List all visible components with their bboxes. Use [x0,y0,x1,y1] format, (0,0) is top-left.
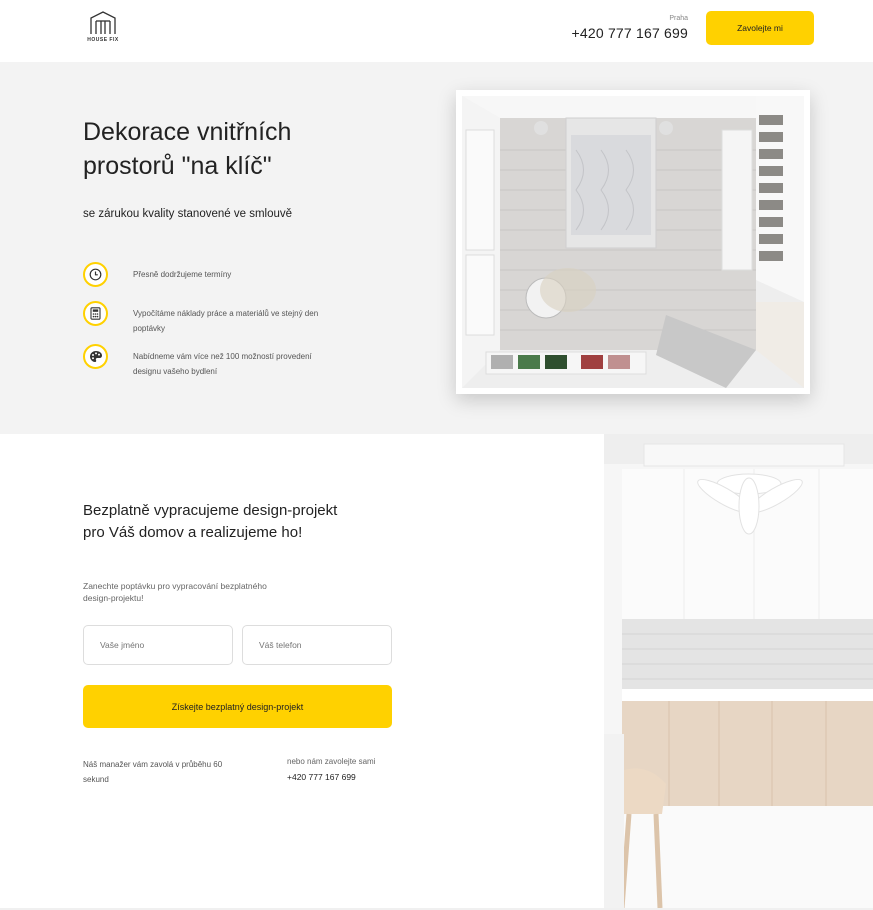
form-phone[interactable]: +420 777 167 699 [287,772,356,782]
call-us-label: nebo nám zavolejte sami [287,757,376,766]
calculator-icon [83,301,108,326]
clock-icon [83,262,108,287]
kitchen-image [604,434,873,908]
phone-input[interactable] [242,625,392,665]
site-header: HOUSE FIX Praha +420 777 167 699 Zavolej… [0,0,873,62]
feature-text: Přesně dodržujeme termíny [133,270,232,279]
palette-icon [83,344,108,369]
house-logo-icon [90,11,116,34]
feature-text: Vypočítáme náklady práce a materiálů ve … [133,309,319,333]
call-me-button[interactable]: Zavolejte mi [706,11,814,45]
logo[interactable]: HOUSE FIX [83,10,123,46]
form-title: Bezplatně vypracujeme design-projekt pro… [83,502,338,541]
name-input[interactable] [83,625,233,665]
form-description: Zanechte poptávku pro vypracování bezpla… [83,581,267,603]
hero-subtitle: se zárukou kvality stanovené ve smlouvě [83,208,293,220]
submit-button[interactable]: Získejte bezplatný design-projekt [83,685,392,728]
hero-title: Dekorace vnitřních prostorů "na klíč" [83,118,292,180]
feature-text: Nabídneme vám více než 100 možností prov… [133,352,312,376]
city-label: Praha [669,15,688,22]
lead-form-section: Bezplatně vypracujeme design-projekt pro… [0,434,604,910]
logo-text: HOUSE FIX [87,37,119,43]
callback-note: Náš manažer vám zavolá v průběhu 60 seku… [83,760,223,784]
header-phone[interactable]: +420 777 167 699 [572,25,688,41]
room-plan-image [456,90,810,394]
hero-section: Dekorace vnitřních prostorů "na klíč" se… [0,62,873,434]
